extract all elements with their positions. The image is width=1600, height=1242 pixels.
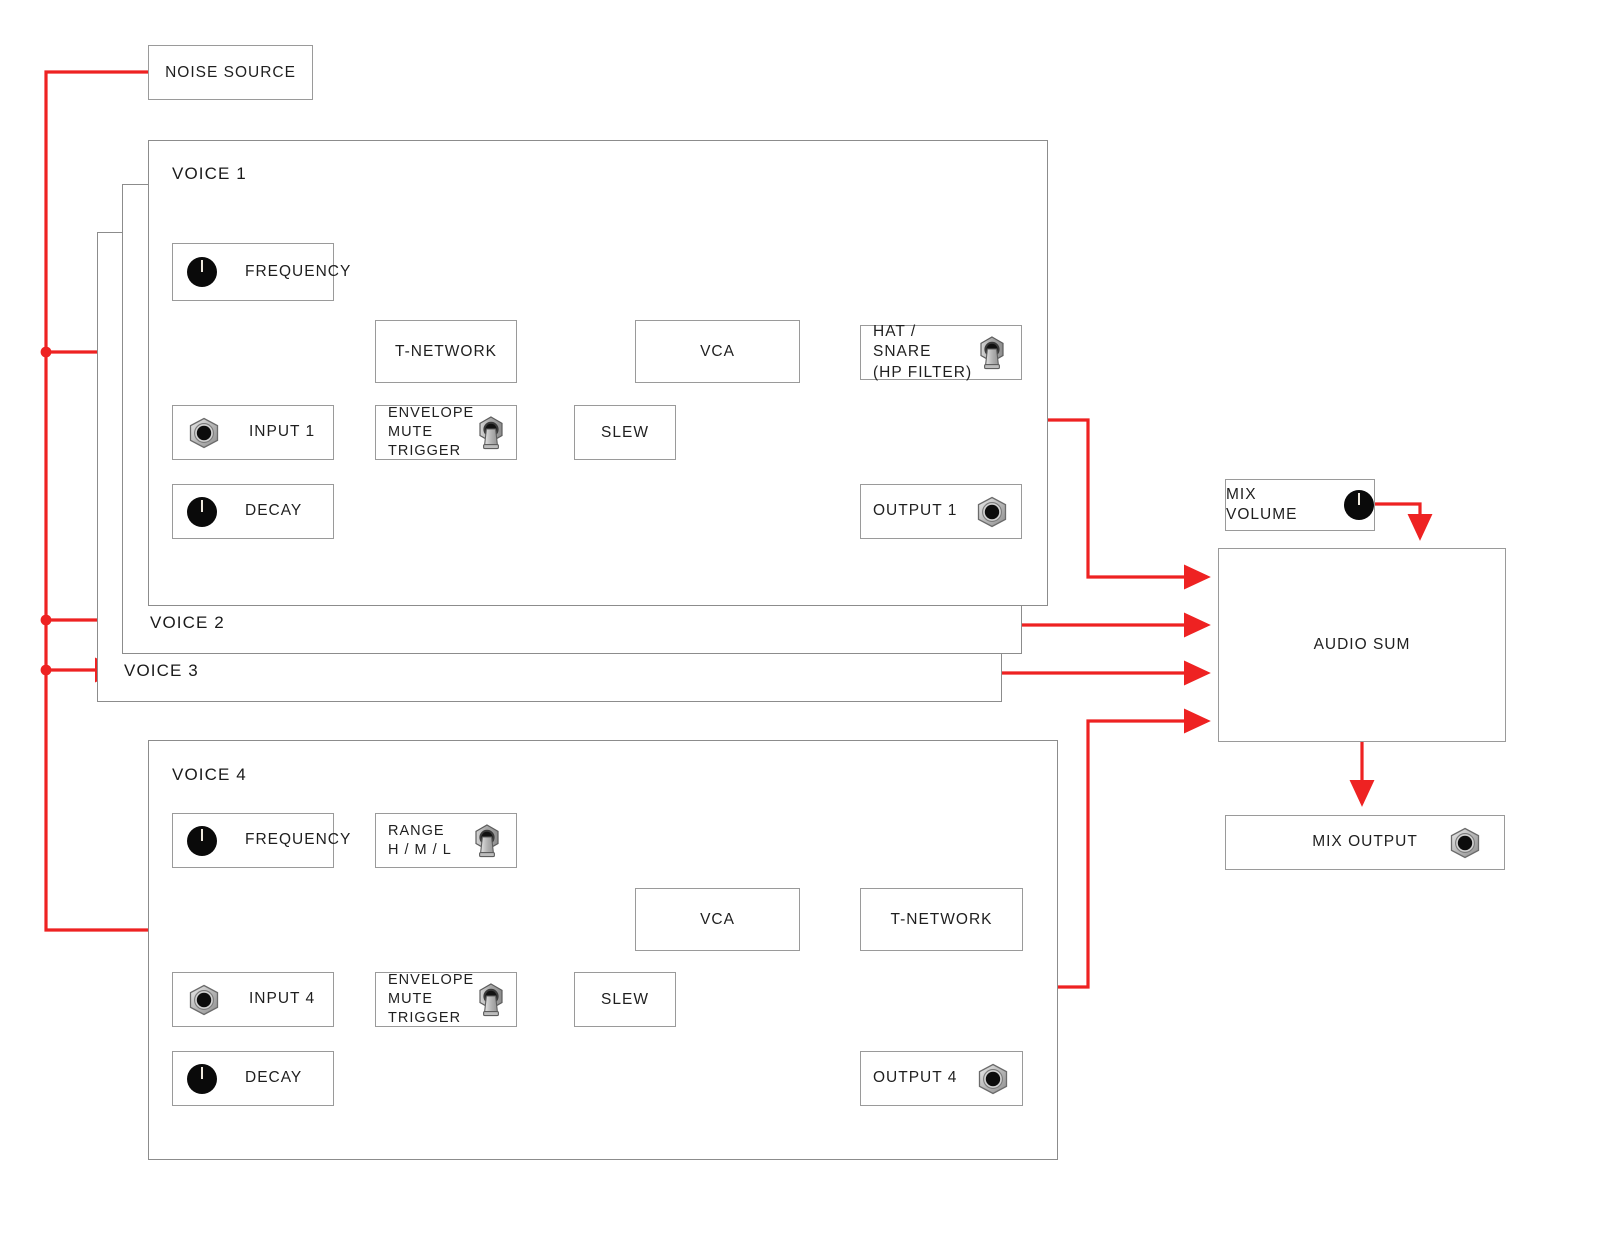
signal-flow-diagram: NOISE SOURCE VOICE 3 VOICE 2 VOICE 1 FRE… — [0, 0, 1600, 1242]
mix-output-label: MIX OUTPUT — [1312, 833, 1418, 851]
mix-volume-label: MIX VOLUME — [1226, 485, 1298, 523]
mix-volume-control[interactable]: MIX VOLUME — [1225, 479, 1375, 531]
mix-output-control[interactable]: MIX OUTPUT — [1225, 815, 1505, 870]
audio-sum-label: AUDIO SUM — [1313, 636, 1411, 654]
jack-socket-icon[interactable] — [1448, 827, 1482, 859]
audio-sum-box: AUDIO SUM — [1218, 548, 1506, 742]
knob-icon[interactable] — [1344, 490, 1374, 520]
